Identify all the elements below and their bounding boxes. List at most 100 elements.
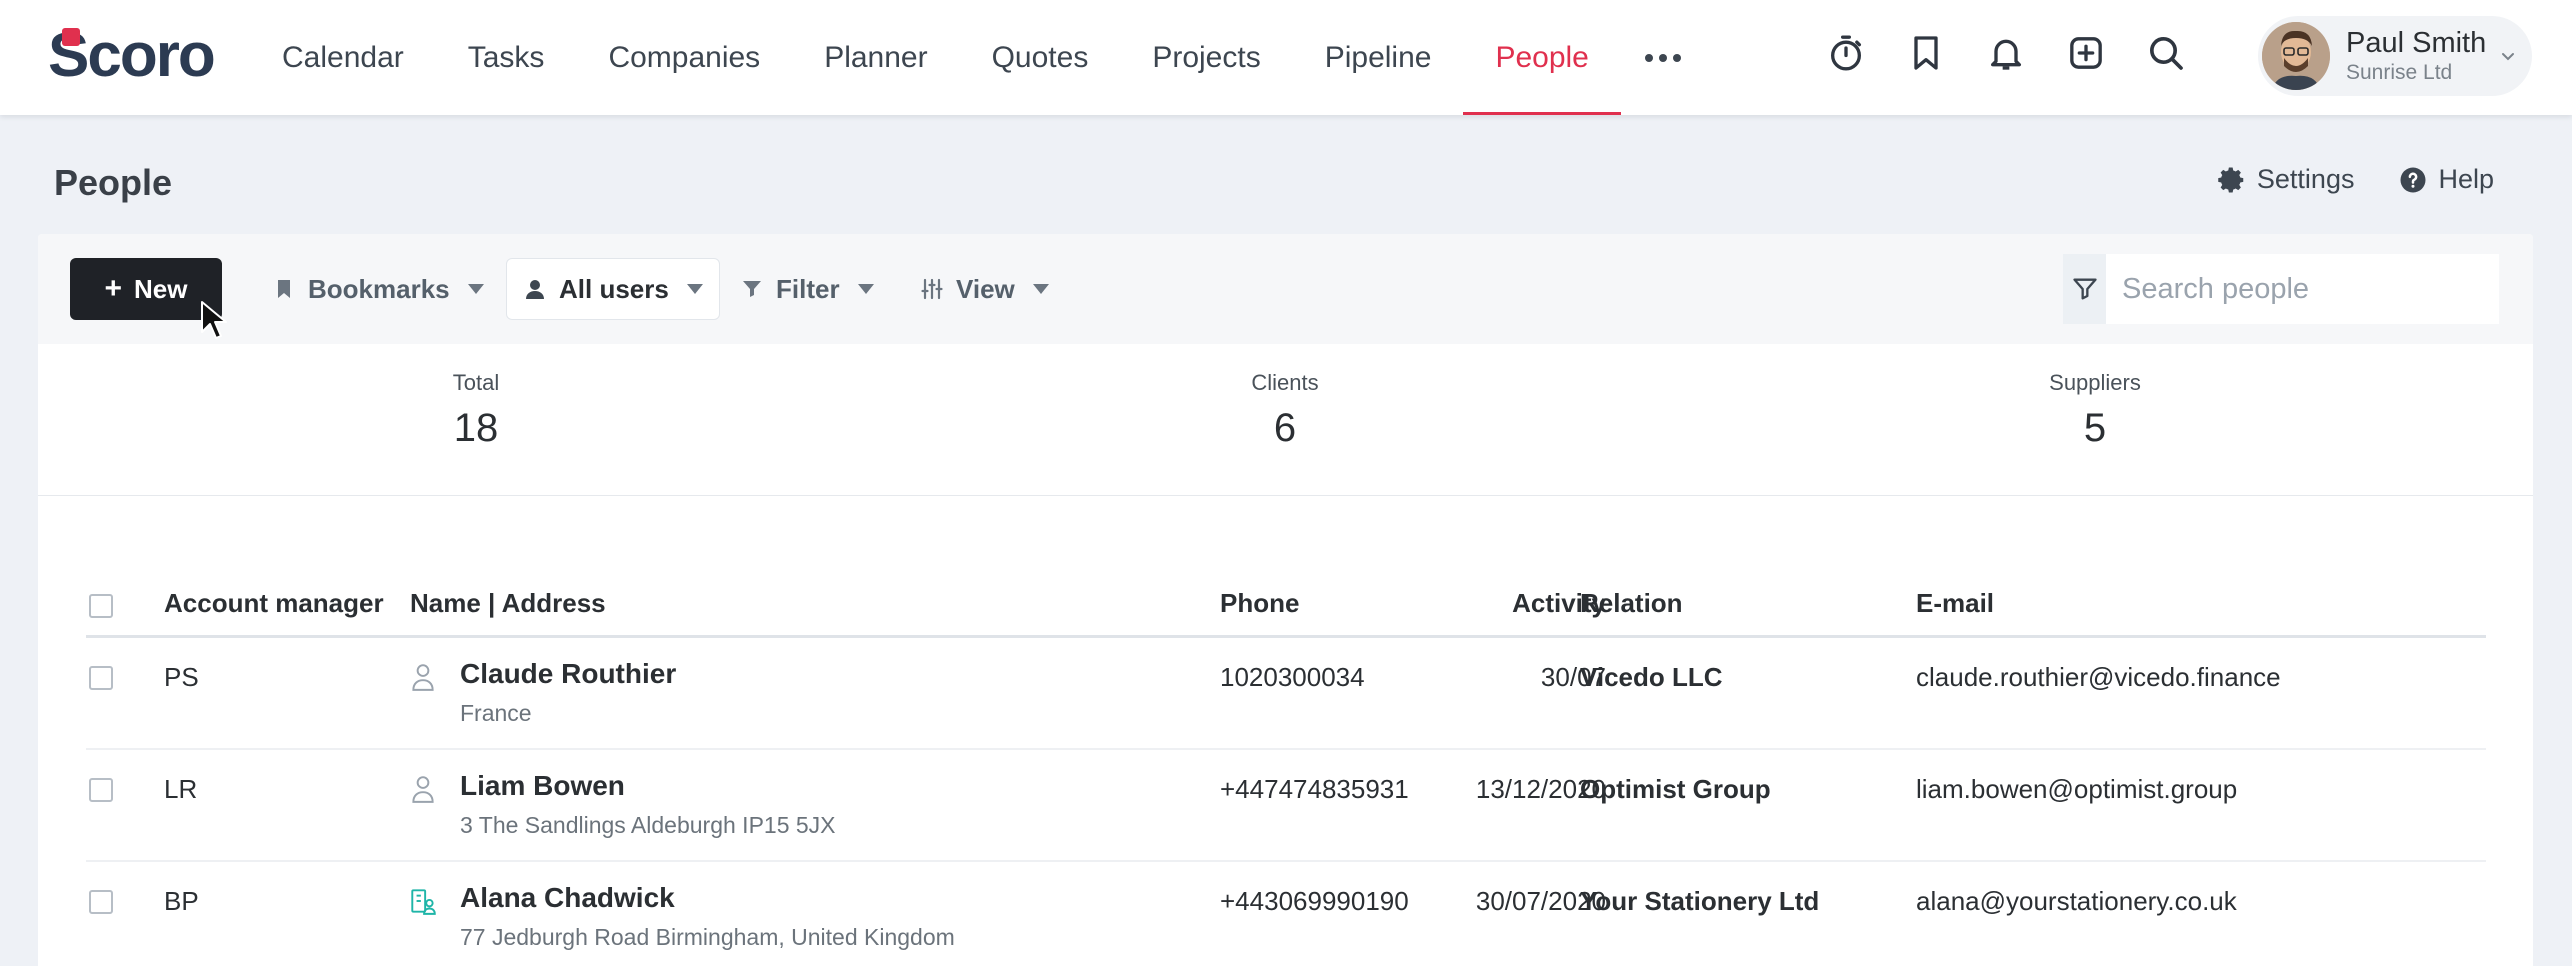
email-address[interactable]: liam.bowen@optimist.group <box>1916 774 2237 805</box>
search-filter-button[interactable] <box>2063 254 2106 324</box>
user-name: Paul Smith <box>2346 27 2487 59</box>
bell-icon[interactable] <box>1978 25 2034 81</box>
nav-label: Companies <box>608 40 761 74</box>
account-manager-initials: LR <box>164 774 198 804</box>
nav-item-planner[interactable]: Planner <box>792 0 959 115</box>
name-address: Claude Routhier France <box>460 658 676 727</box>
phone-number[interactable]: 1020300034 <box>1220 662 1365 693</box>
stat-label: Suppliers <box>2049 370 2141 395</box>
company-contact-icon <box>411 889 436 915</box>
row-checkbox[interactable] <box>89 778 113 802</box>
more-dots-icon[interactable] <box>1621 0 1705 115</box>
person-name-link[interactable]: Alana Chadwick <box>460 882 955 914</box>
stat-total: Total 18 <box>376 370 576 451</box>
nav-item-people[interactable]: People <box>1463 0 1622 115</box>
email-address[interactable]: claude.routhier@vicedo.finance <box>1916 662 2281 693</box>
nav-label: Quotes <box>991 40 1089 74</box>
help-button[interactable]: Help <box>2398 164 2494 195</box>
relation-company[interactable]: Vicedo LLC <box>1580 662 1723 693</box>
phone-number[interactable]: +447474835931 <box>1220 774 1409 805</box>
gear-icon <box>2218 167 2244 192</box>
name-address: Liam Bowen 3 The Sandlings Aldeburgh IP1… <box>460 770 836 839</box>
person-icon <box>412 664 434 691</box>
avatar <box>2262 22 2330 90</box>
person-address: France <box>460 700 532 726</box>
person-name-link[interactable]: Claude Routhier <box>460 658 676 690</box>
scoro-logo[interactable]: Scoro <box>48 20 216 90</box>
plus-icon: + <box>104 272 123 305</box>
user-info: Paul Smith Sunrise Ltd <box>2346 26 2486 86</box>
nav-item-quotes[interactable]: Quotes <box>960 0 1121 115</box>
account-manager-initials: PS <box>164 662 199 692</box>
view-dropdown[interactable]: View <box>920 258 1049 320</box>
stat-label: Clients <box>1251 370 1319 395</box>
column-header-account-manager[interactable]: Account manager <box>164 588 384 619</box>
name-address: Alana Chadwick 77 Jedburgh Road Birmingh… <box>460 882 955 951</box>
users-dropdown[interactable]: All users <box>506 258 720 320</box>
select-all-checkbox[interactable] <box>89 594 113 618</box>
stat-value: 18 <box>453 406 499 450</box>
nav-label: People <box>1495 40 1589 74</box>
row-checkbox[interactable] <box>89 666 113 690</box>
page-actions: Settings Help <box>2217 164 2494 195</box>
caret-down-icon <box>857 284 874 294</box>
top-icon-group <box>1818 25 2194 81</box>
column-header-email[interactable]: E-mail <box>1916 588 1994 619</box>
summary-stats: Total 18 Clients 6 Suppliers 5 <box>38 344 2533 496</box>
settings-button[interactable]: Settings <box>2217 164 2354 195</box>
search-icon[interactable] <box>2138 25 2194 81</box>
users-label: All users <box>559 273 669 304</box>
column-header-relation[interactable]: Relation <box>1580 588 1683 619</box>
bookmark-icon <box>278 280 290 298</box>
sliders-icon <box>921 278 943 300</box>
nav-item-projects[interactable]: Projects <box>1120 0 1292 115</box>
stat-suppliers: Suppliers 5 <box>1995 370 2195 451</box>
filter-label: Filter <box>776 273 840 304</box>
help-label: Help <box>2438 164 2494 194</box>
account-manager-initials: BP <box>164 886 199 916</box>
filter-icon <box>743 281 761 297</box>
nav-item-tasks[interactable]: Tasks <box>436 0 577 115</box>
filter-outline-icon <box>2072 278 2097 300</box>
page-title: People <box>54 162 173 203</box>
relation-company[interactable]: Your Stationery Ltd <box>1580 886 1819 917</box>
help-icon <box>2400 167 2426 192</box>
stat-value: 6 <box>1273 406 1297 450</box>
relation-company[interactable]: Optimist Group <box>1580 774 1771 805</box>
table-row[interactable]: LR Liam Bowen 3 The Sandlings Aldeburgh … <box>86 750 2486 862</box>
new-label: New <box>134 273 188 304</box>
person-icon <box>412 776 434 803</box>
person-address: 3 The Sandlings Aldeburgh IP15 5JX <box>460 812 836 838</box>
table-row[interactable]: BP Alana Chadwick 77 Jedburgh Road Birmi… <box>86 862 2486 966</box>
view-label: View <box>956 273 1015 304</box>
user-menu[interactable]: Paul Smith Sunrise Ltd <box>2258 16 2532 96</box>
people-table: Account manager Name | Address Phone Act… <box>86 556 2486 966</box>
add-square-icon[interactable] <box>2058 25 2114 81</box>
caret-down-icon <box>686 284 703 294</box>
main-nav: Calendar Tasks Companies Planner Quotes … <box>250 0 1705 115</box>
top-navigation-bar: Scoro Calendar Tasks Companies Planner Q… <box>0 0 2572 115</box>
stat-value: 5 <box>2083 406 2107 450</box>
column-header-phone[interactable]: Phone <box>1220 588 1299 619</box>
caret-down-icon <box>1032 284 1049 294</box>
table-header-row: Account manager Name | Address Phone Act… <box>86 556 2486 638</box>
column-header-name[interactable]: Name | Address <box>410 588 606 619</box>
nav-label: Calendar <box>282 40 404 74</box>
bookmarks-dropdown[interactable]: Bookmarks <box>272 258 484 320</box>
nav-item-pipeline[interactable]: Pipeline <box>1293 0 1464 115</box>
search-input[interactable] <box>2106 254 2499 324</box>
nav-label: Pipeline <box>1324 40 1432 74</box>
person-name-link[interactable]: Liam Bowen <box>460 770 836 802</box>
table-row[interactable]: PS Claude Routhier France 1020300034 30/… <box>86 638 2486 750</box>
person-address: 77 Jedburgh Road Birmingham, United King… <box>460 924 955 950</box>
email-address[interactable]: alana@yourstationery.co.uk <box>1916 886 2237 917</box>
bookmark-icon[interactable] <box>1898 25 1954 81</box>
chevron-down-icon <box>2502 53 2514 61</box>
timer-icon[interactable] <box>1818 25 1874 81</box>
filter-dropdown[interactable]: Filter <box>740 258 874 320</box>
logo-mark <box>62 28 80 46</box>
row-checkbox[interactable] <box>89 890 113 914</box>
nav-item-companies[interactable]: Companies <box>576 0 792 115</box>
phone-number[interactable]: +443069990190 <box>1220 886 1409 917</box>
nav-item-calendar[interactable]: Calendar <box>250 0 436 115</box>
